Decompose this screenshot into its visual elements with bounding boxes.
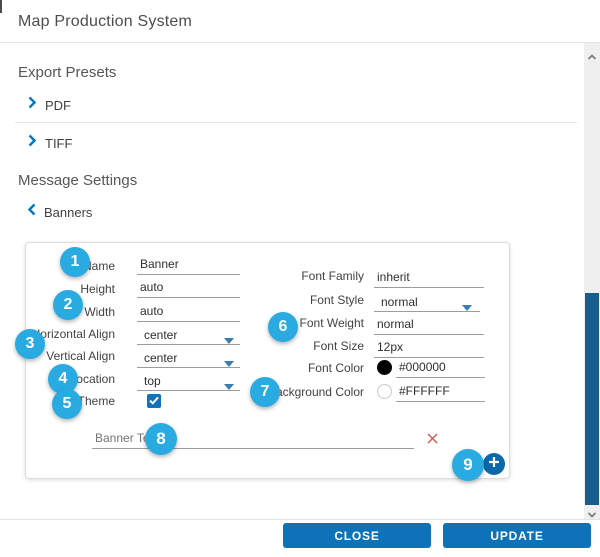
font-family-input[interactable] bbox=[374, 270, 484, 288]
font-color-swatch[interactable] bbox=[377, 360, 392, 375]
preset-pdf-expander[interactable]: PDF bbox=[28, 96, 71, 114]
callout-6: 6 bbox=[268, 312, 298, 342]
x-icon bbox=[426, 432, 439, 449]
font-weight-input[interactable] bbox=[374, 317, 484, 335]
preset-tiff-label: TIFF bbox=[45, 136, 72, 151]
export-presets-heading: Export Presets bbox=[18, 64, 116, 81]
callout-5: 5 bbox=[52, 389, 82, 419]
font-size-input[interactable] bbox=[374, 340, 484, 358]
chevron-left-icon bbox=[28, 203, 36, 221]
map-production-system-dialog: Map Production System Export Presets PDF… bbox=[0, 0, 600, 557]
preset-pdf-label: PDF bbox=[45, 98, 71, 113]
scrollbar[interactable] bbox=[584, 43, 600, 519]
location-value: top bbox=[144, 374, 161, 388]
scroll-down-arrow-icon[interactable] bbox=[587, 506, 597, 514]
callout-1: 1 bbox=[60, 247, 90, 277]
banner-text-input[interactable] bbox=[92, 431, 414, 449]
horizontal-align-value: center bbox=[144, 328, 177, 342]
chevron-right-icon bbox=[28, 134, 36, 152]
update-button[interactable]: UPDATE bbox=[443, 523, 591, 548]
add-banner-button[interactable] bbox=[483, 453, 505, 475]
screen-edge-artifact bbox=[0, 0, 2, 13]
remove-banner-text-button[interactable] bbox=[426, 432, 440, 446]
font-family-label: Font Family bbox=[201, 268, 364, 284]
dialog-title: Map Production System bbox=[18, 13, 192, 31]
font-style-value: normal bbox=[381, 295, 418, 309]
banners-back-link[interactable]: Banners bbox=[28, 203, 92, 221]
font-color-input[interactable] bbox=[396, 360, 485, 378]
header-divider bbox=[0, 42, 600, 43]
footer-divider bbox=[0, 519, 600, 520]
vertical-align-value: center bbox=[144, 351, 177, 365]
theme-checkbox[interactable] bbox=[147, 394, 161, 408]
font-style-label: Font Style bbox=[201, 292, 364, 308]
preset-tiff-expander[interactable]: TIFF bbox=[28, 134, 72, 152]
background-color-swatch[interactable] bbox=[377, 384, 392, 399]
banners-back-label: Banners bbox=[44, 205, 92, 220]
preset-row-divider bbox=[15, 122, 577, 123]
chevron-right-icon bbox=[28, 96, 36, 114]
check-icon bbox=[149, 392, 159, 410]
scrollbar-thumb[interactable] bbox=[585, 293, 599, 505]
message-settings-heading: Message Settings bbox=[18, 172, 137, 189]
caret-down-icon bbox=[462, 300, 472, 314]
font-color-label: Font Color bbox=[201, 360, 364, 376]
callout-8: 8 bbox=[145, 423, 177, 455]
background-color-label: Background Color bbox=[201, 384, 364, 400]
scroll-up-arrow-icon[interactable] bbox=[587, 48, 597, 56]
background-color-input[interactable] bbox=[396, 384, 485, 402]
font-style-select[interactable]: normal bbox=[374, 294, 480, 312]
callout-9: 9 bbox=[452, 449, 484, 481]
callout-7: 7 bbox=[250, 377, 280, 407]
plus-icon bbox=[488, 455, 500, 473]
close-button[interactable]: CLOSE bbox=[283, 523, 431, 548]
callout-2: 2 bbox=[53, 290, 83, 320]
callout-3: 3 bbox=[15, 329, 45, 359]
banner-settings-panel: Name Height Width Horizontal Align cente… bbox=[25, 242, 510, 479]
